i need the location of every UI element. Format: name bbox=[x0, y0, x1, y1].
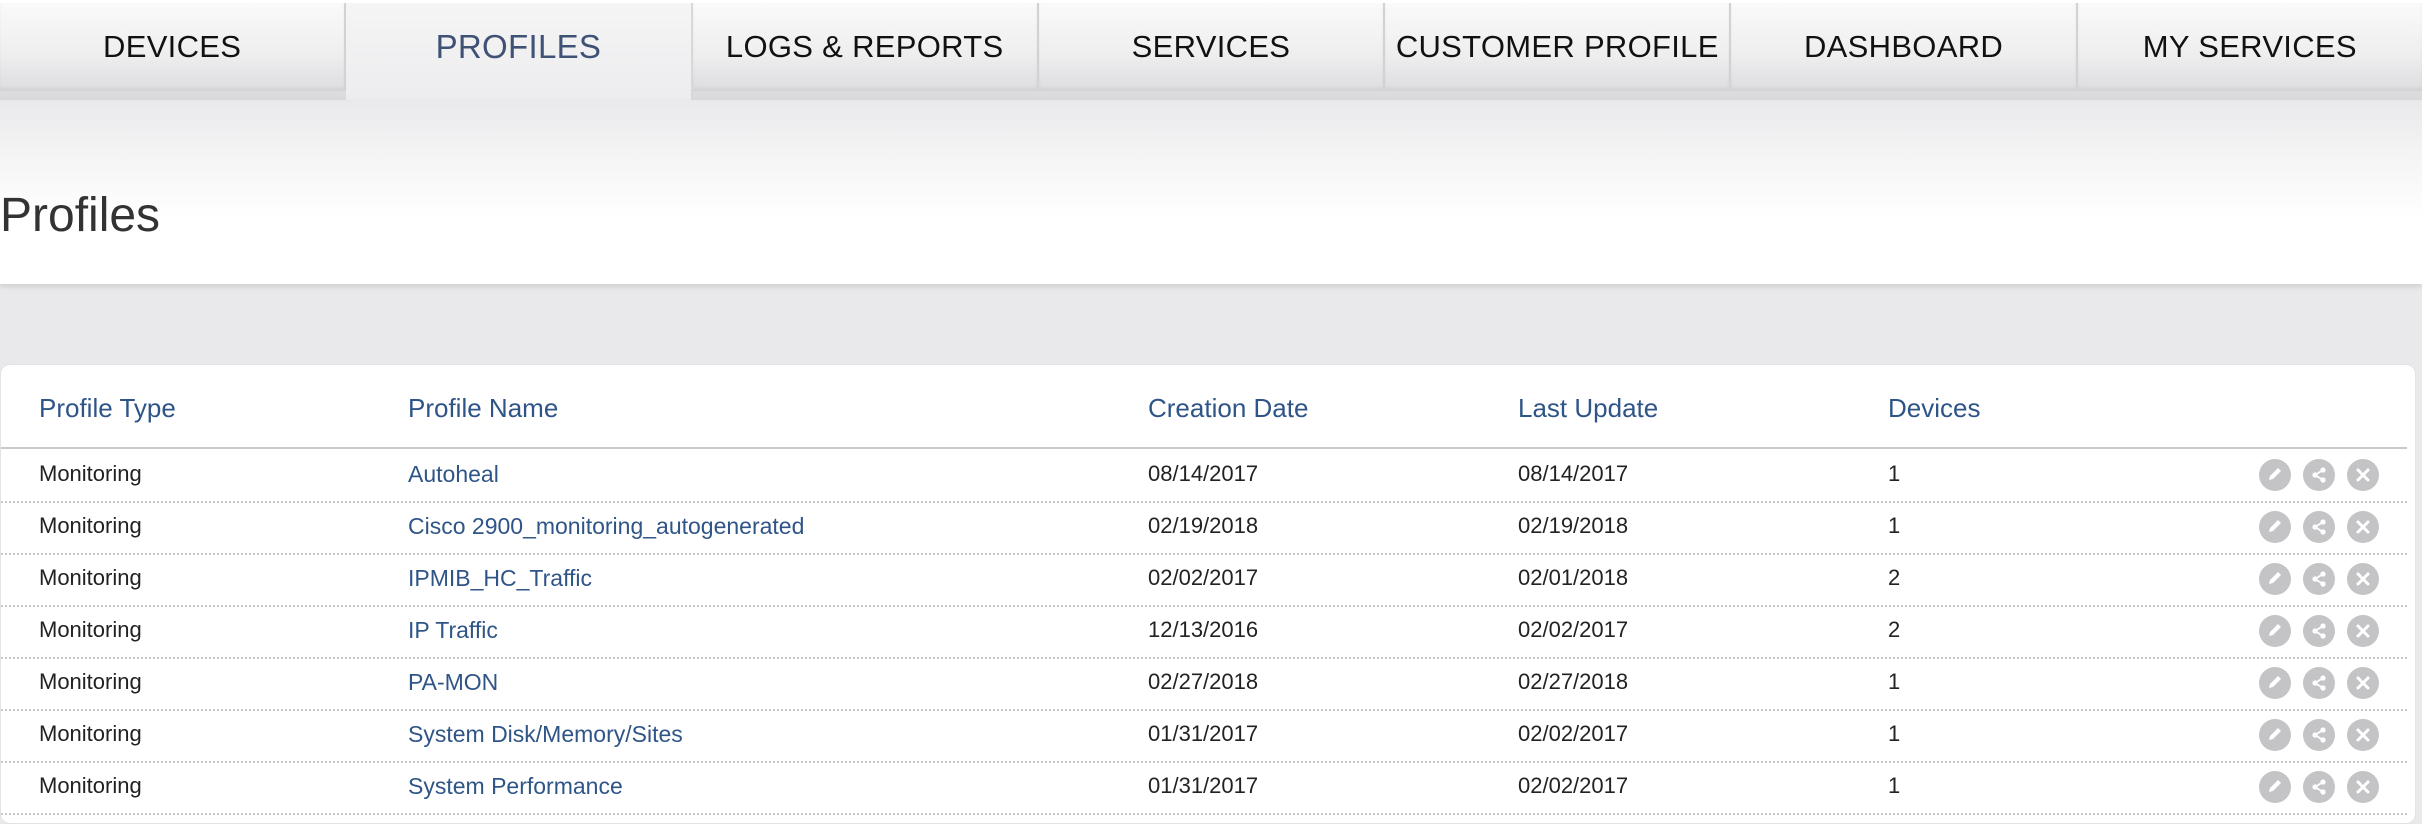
tab-profiles[interactable]: PROFILES bbox=[346, 3, 693, 103]
delete-icon[interactable] bbox=[2347, 719, 2379, 751]
cell-last-update: 02/19/2018 bbox=[1518, 513, 1629, 538]
table-row: Monitoring Cisco 2900_monitoring_autogene… bbox=[1, 503, 2407, 555]
share-icon[interactable] bbox=[2303, 615, 2335, 647]
edit-icon[interactable] bbox=[2259, 459, 2291, 491]
tab-devices[interactable]: DEVICES bbox=[0, 3, 347, 91]
cell-creation-date: 12/13/2016 bbox=[1148, 617, 1259, 642]
cell-devices: 1 bbox=[1888, 513, 1901, 538]
cell-creation-date: 02/02/2017 bbox=[1148, 565, 1259, 590]
tab-customer-profile[interactable]: CUSTOMER PROFILE bbox=[1385, 3, 1732, 91]
cell-devices: 1 bbox=[1888, 721, 1901, 746]
table-row: Monitoring System Performance 01/31/2017 02… bbox=[1, 763, 2407, 815]
edit-icon[interactable] bbox=[2259, 511, 2291, 543]
column-header-last-update[interactable]: Last Update bbox=[1518, 393, 1658, 424]
column-header-devices[interactable]: Devices bbox=[1888, 393, 1980, 424]
cell-last-update: 02/01/2018 bbox=[1518, 565, 1629, 590]
edit-icon[interactable] bbox=[2259, 667, 2291, 699]
column-header-profile-type[interactable]: Profile Type bbox=[39, 393, 176, 424]
share-icon[interactable] bbox=[2303, 771, 2335, 803]
cell-devices: 2 bbox=[1888, 565, 1901, 590]
row-actions bbox=[2259, 719, 2379, 751]
cell-profile-type: Monitoring bbox=[39, 617, 142, 642]
edit-icon[interactable] bbox=[2259, 771, 2291, 803]
cell-devices: 1 bbox=[1888, 461, 1901, 486]
table-row: Monitoring Autoheal 08/14/2017 08/14/2017 1 bbox=[1, 451, 2407, 503]
cell-profile-name[interactable]: IP Traffic bbox=[408, 617, 498, 644]
column-header-profile-name[interactable]: Profile Name bbox=[408, 393, 558, 424]
row-actions bbox=[2259, 459, 2379, 491]
cell-creation-date: 01/31/2017 bbox=[1148, 721, 1259, 746]
cell-profile-name[interactable]: Cisco 2900_monitoring_autogenerated bbox=[408, 513, 804, 540]
delete-icon[interactable] bbox=[2347, 511, 2379, 543]
cell-devices: 1 bbox=[1888, 669, 1901, 694]
table-row: Monitoring PA-MON 02/27/2018 02/27/2018 1 bbox=[1, 659, 2407, 711]
cell-devices: 2 bbox=[1888, 617, 1901, 642]
cell-profile-type: Monitoring bbox=[39, 461, 142, 486]
cell-last-update: 02/02/2017 bbox=[1518, 773, 1629, 798]
cell-last-update: 02/02/2017 bbox=[1518, 617, 1629, 642]
cell-profile-name[interactable]: IPMIB_HC_Traffic bbox=[408, 565, 592, 592]
cell-profile-name[interactable]: Autoheal bbox=[408, 461, 499, 488]
delete-icon[interactable] bbox=[2347, 615, 2379, 647]
cell-devices: 1 bbox=[1888, 773, 1901, 798]
cell-profile-type: Monitoring bbox=[39, 773, 142, 798]
cell-last-update: 02/27/2018 bbox=[1518, 669, 1629, 694]
table-row: Monitoring IP Traffic 12/13/2016 02/02/2017… bbox=[1, 607, 2407, 659]
tab-services[interactable]: SERVICES bbox=[1038, 3, 1386, 91]
delete-icon[interactable] bbox=[2347, 563, 2379, 595]
cell-profile-type: Monitoring bbox=[39, 513, 142, 538]
row-actions bbox=[2259, 511, 2379, 543]
cell-profile-type: Monitoring bbox=[39, 669, 142, 694]
cell-creation-date: 02/27/2018 bbox=[1148, 669, 1259, 694]
share-icon[interactable] bbox=[2303, 511, 2335, 543]
cell-profile-type: Monitoring bbox=[39, 721, 142, 746]
edit-icon[interactable] bbox=[2259, 719, 2291, 751]
row-actions bbox=[2259, 615, 2379, 647]
cell-profile-type: Monitoring bbox=[39, 565, 142, 590]
cell-creation-date: 08/14/2017 bbox=[1148, 461, 1259, 486]
main-nav: DEVICES PROFILES LOGS & REPORTS SERVICES… bbox=[0, 0, 2422, 103]
cell-profile-name[interactable]: PA-MON bbox=[408, 669, 498, 696]
column-header-creation-date[interactable]: Creation Date bbox=[1148, 393, 1308, 424]
row-actions bbox=[2259, 563, 2379, 595]
delete-icon[interactable] bbox=[2347, 667, 2379, 699]
table-row: Monitoring System Disk/Memory/Sites 01/31/… bbox=[1, 711, 2407, 763]
table-header: Profile Type Profile Name Creation Date … bbox=[1, 365, 2407, 449]
share-icon[interactable] bbox=[2303, 667, 2335, 699]
tab-logs-reports[interactable]: LOGS & REPORTS bbox=[692, 3, 1039, 91]
row-actions bbox=[2259, 667, 2379, 699]
delete-icon[interactable] bbox=[2347, 459, 2379, 491]
edit-icon[interactable] bbox=[2259, 615, 2291, 647]
edit-icon[interactable] bbox=[2259, 563, 2291, 595]
share-icon[interactable] bbox=[2303, 563, 2335, 595]
table-row: Monitoring IPMIB_HC_Traffic 02/02/2017 02/0… bbox=[1, 555, 2407, 607]
title-band: Profiles bbox=[0, 100, 2422, 284]
cell-creation-date: 02/19/2018 bbox=[1148, 513, 1259, 538]
share-icon[interactable] bbox=[2303, 459, 2335, 491]
page-title: Profiles bbox=[0, 189, 161, 242]
cell-last-update: 02/02/2017 bbox=[1518, 721, 1629, 746]
delete-icon[interactable] bbox=[2347, 771, 2379, 803]
cell-profile-name[interactable]: System Performance bbox=[408, 773, 623, 800]
row-actions bbox=[2259, 771, 2379, 803]
cell-last-update: 08/14/2017 bbox=[1518, 461, 1629, 486]
cell-profile-name[interactable]: System Disk/Memory/Sites bbox=[408, 721, 683, 748]
tab-dashboard[interactable]: DASHBOARD bbox=[1731, 3, 2078, 91]
cell-creation-date: 01/31/2017 bbox=[1148, 773, 1259, 798]
profiles-table: Profile Type Profile Name Creation Date … bbox=[0, 364, 2416, 824]
tab-my-services[interactable]: MY SERVICES bbox=[2077, 3, 2422, 91]
share-icon[interactable] bbox=[2303, 719, 2335, 751]
